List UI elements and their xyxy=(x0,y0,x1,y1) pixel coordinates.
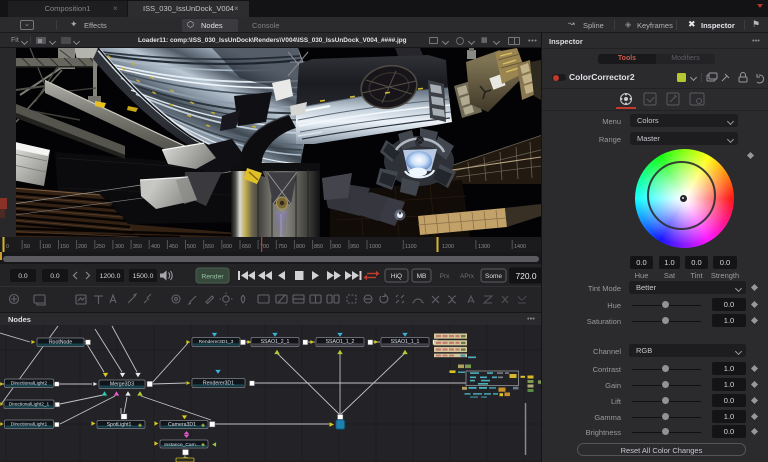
svg-text:Prx: Prx xyxy=(440,273,451,280)
svg-text:DirectionalLight2: DirectionalLight2 xyxy=(11,381,48,387)
svg-text:800: 800 xyxy=(296,244,305,250)
svg-text:50: 50 xyxy=(24,244,30,250)
svg-text:1300: 1300 xyxy=(478,244,490,250)
svg-text:1000: 1000 xyxy=(369,244,381,250)
svg-text:Renderer3D1: Renderer3D1 xyxy=(203,380,234,386)
svg-text:Renderer3D1_3: Renderer3D1_3 xyxy=(199,339,234,345)
svg-text:200: 200 xyxy=(78,244,87,250)
svg-text:SpotLight1: SpotLight1 xyxy=(107,422,132,428)
svg-text:0: 0 xyxy=(6,244,9,250)
svg-text:1100: 1100 xyxy=(405,244,417,250)
svg-text:Instance_Cam...: Instance_Cam... xyxy=(164,442,200,448)
svg-text:RootNode: RootNode xyxy=(49,339,72,345)
svg-text:850: 850 xyxy=(314,244,323,250)
svg-text:Merge3D3: Merge3D3 xyxy=(110,382,134,388)
svg-text:300: 300 xyxy=(115,244,124,250)
svg-text:HiQ: HiQ xyxy=(391,273,402,280)
svg-text:SSAO1_2_1: SSAO1_2_1 xyxy=(261,339,290,345)
svg-text:APrx: APrx xyxy=(460,273,475,280)
svg-text:550: 550 xyxy=(205,244,214,250)
svg-text:◈: ◈ xyxy=(201,423,205,429)
svg-text:600: 600 xyxy=(223,244,232,250)
svg-text:720.0: 720.0 xyxy=(516,271,537,281)
svg-text:DirectionalLight2_1: DirectionalLight2_1 xyxy=(9,402,50,407)
svg-text:0.0: 0.0 xyxy=(18,273,28,280)
svg-text:250: 250 xyxy=(96,244,105,250)
svg-text:DirectionalLight1: DirectionalLight1 xyxy=(11,422,48,428)
svg-text:1200.0: 1200.0 xyxy=(100,273,121,280)
svg-text:950: 950 xyxy=(350,244,359,250)
svg-text:MB: MB xyxy=(417,273,427,280)
svg-text:1500.0: 1500.0 xyxy=(133,273,154,280)
svg-text:650: 650 xyxy=(242,244,251,250)
svg-text:◈: ◈ xyxy=(138,423,142,429)
svg-text:150: 150 xyxy=(60,244,69,250)
svg-text:100: 100 xyxy=(42,244,51,250)
svg-text:350: 350 xyxy=(133,244,142,250)
svg-text:1200: 1200 xyxy=(442,244,454,250)
svg-text:400: 400 xyxy=(151,244,160,250)
svg-text:Some: Some xyxy=(485,273,502,280)
svg-text:450: 450 xyxy=(169,244,178,250)
svg-text:500: 500 xyxy=(187,244,196,250)
svg-text:0.0: 0.0 xyxy=(50,273,60,280)
svg-text:Camera3D1: Camera3D1 xyxy=(168,422,196,428)
svg-text:900: 900 xyxy=(332,244,341,250)
svg-text:Render: Render xyxy=(201,274,224,281)
svg-text:SSAO1_1_2: SSAO1_1_2 xyxy=(326,339,355,345)
svg-text:1400: 1400 xyxy=(514,244,526,250)
svg-text:750: 750 xyxy=(278,244,287,250)
svg-text:◈: ◈ xyxy=(201,442,205,448)
svg-text:SSAO1_1_1: SSAO1_1_1 xyxy=(391,339,420,345)
